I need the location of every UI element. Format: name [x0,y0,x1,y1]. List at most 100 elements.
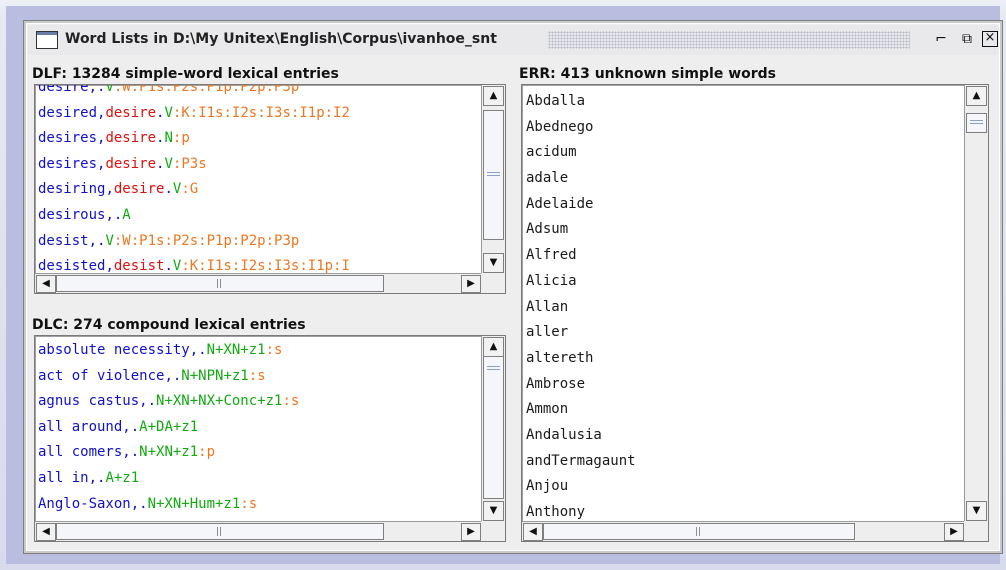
entry-segment: V [164,104,173,121]
entry-segment: ,. [88,469,106,486]
dlf-entry-row[interactable]: desires,desire.V:P3s [35,152,350,178]
entry-segment: :p [198,444,216,461]
entry-segment: N+XN+z1 [206,342,266,358]
err-word-row[interactable]: acidum [522,140,636,166]
entry-segment: A [122,206,131,223]
dlc-vertical-scrollbar[interactable]: ▲ ▼ [481,336,505,521]
dlc-scroll-right-icon[interactable]: ▶ [461,523,481,541]
err-horizontal-scroll-thumb[interactable] [543,523,855,540]
dlc-entry-row[interactable]: act of violence,.N+NPN+z1:s [35,364,299,390]
entry-segment: :s [240,495,258,512]
dlf-list[interactable]: desire,.V:W:P1s:P2s:P1p:P2p:P3p desired,d… [34,84,506,294]
dlc-scroll-down-icon[interactable]: ▼ [483,501,504,521]
dlf-entry-row[interactable]: desiring,desire.V:G [35,177,350,203]
err-word-row[interactable]: aller [522,320,636,346]
err-horizontal-scrollbar[interactable]: ◀ ▶ [522,521,964,541]
entry-segment: N+XN+z1 [139,444,199,461]
dlf-scroll-left-icon[interactable]: ◀ [36,275,56,293]
dlc-label: DLC: 274 compound lexical entries [32,317,306,333]
err-label: ERR: 413 unknown simple words [519,66,777,82]
err-scroll-right-icon[interactable]: ▶ [944,523,964,541]
err-word-row[interactable]: Ambrose [522,372,636,398]
err-word-row[interactable]: Alfred [522,243,636,269]
entry-segment: desist [113,258,165,275]
dlf-scroll-down-icon[interactable]: ▼ [483,253,504,273]
err-word-row[interactable]: Adsum [522,217,636,243]
entry-segment: :p [172,130,190,147]
dlf-vertical-scrollbar[interactable]: ▲ ▼ [481,85,505,273]
entry-segment: desire [105,104,157,121]
err-scroll-up-icon[interactable]: ▲ [966,86,987,106]
dlc-horizontal-scroll-thumb[interactable] [56,523,384,540]
dlc-scroll-up-icon[interactable]: ▲ [483,337,504,357]
entry-segment: :K:I1s:I2s:I3s:I1p:I [181,258,350,275]
dlc-scroll-left-icon[interactable]: ◀ [36,523,56,541]
dlf-horizontal-scroll-thumb[interactable] [56,275,384,292]
err-word-row[interactable]: Allan [522,295,636,321]
dlf-vertical-scroll-thumb[interactable] [483,110,504,241]
dlc-entry-row[interactable]: Anglo-Saxon,.N+XN+Hum+z1:s [35,492,299,518]
dlc-entry-row[interactable]: agnus castus,.N+XN+NX+Conc+z1:s [35,389,299,415]
dlf-scroll-right-icon[interactable]: ▶ [461,275,481,293]
err-word-row[interactable]: Andalusia [522,423,636,449]
entry-segment: V [105,232,114,249]
dlf-entry-row[interactable]: desired,desire.V:K:I1s:I2s:I3s:I1p:I2 [35,101,350,127]
err-word-row[interactable]: andTermagaunt [522,449,636,475]
entry-segment: :P3s [172,155,207,172]
err-word-row[interactable]: Ammon [522,397,636,423]
entry-segment: V [164,155,173,172]
entry-segment: A+DA+z1 [139,418,199,435]
dlc-entry-row[interactable]: all around,.A+DA+z1 [35,415,299,441]
dlc-entries: absolute necessity,.N+XN+z1:s act of viol… [35,338,299,517]
dlf-entry-row[interactable]: desires,desire.N:p [35,126,350,152]
iconify-icon[interactable]: ⌐ [932,30,950,48]
err-word-row[interactable]: Anjou [522,474,636,500]
dlc-scroll-corner [481,521,505,541]
entry-segment: ,. [105,206,123,223]
dlc-entry-row[interactable]: all in,.A+z1 [35,466,299,492]
window-titlebar[interactable]: Word Lists in D:\My Unitex\English\Corpu… [28,25,998,55]
dlc-horizontal-scrollbar[interactable]: ◀ ▶ [35,521,481,541]
err-vertical-scroll-thumb[interactable] [966,112,987,133]
entry-segment: :s [282,393,300,410]
err-scroll-corner [964,521,988,541]
entry-segment: ,. [139,393,157,410]
dlf-entry-row[interactable]: desire,.V:W:P1s:P2s:P1p:P2p:P3p [35,84,350,101]
dlf-label: DLF: 13284 simple-word lexical entries [32,66,339,82]
err-word-row[interactable]: altereth [522,346,636,372]
err-words: Abdalla Abednego acidum adale Adelaide Adsum A… [522,89,636,526]
dlf-entry-row[interactable]: desirous,.A [35,203,350,229]
close-icon[interactable]: × [982,31,998,47]
entry-segment: N+NPN+z1 [181,367,249,384]
dlc-entry-row[interactable]: all comers,.N+XN+z1:p [35,440,299,466]
window-title: Word Lists in D:\My Unitex\English\Corpu… [65,31,497,47]
entry-segment: :K:I1s:I2s:I3s:I1p:I2 [172,104,350,121]
err-scroll-left-icon[interactable]: ◀ [523,523,543,541]
entry-segment: A+z1 [105,469,140,486]
entry-segment: :W:P1s:P2s:P1p:P2p:P3p [113,232,300,249]
entry-segment: , [105,181,114,198]
dlc-list[interactable]: absolute necessity,.N+XN+z1:s act of viol… [34,335,506,542]
entry-segment: desires [38,155,98,172]
dlc-vertical-scroll-thumb[interactable] [483,356,504,500]
err-list[interactable]: Abdalla Abednego acidum adale Adelaide Adsum A… [521,84,989,542]
err-word-row[interactable]: Abednego [522,115,636,141]
entry-segment: :W:P1s:P2s:P1p:P2p:P3p [113,84,300,95]
entry-segment: desires [38,130,98,147]
entry-segment: N+XN+NX+Conc+z1 [156,393,283,410]
dlc-entry-row[interactable]: absolute necessity,.N+XN+z1:s [35,338,299,364]
entry-segment: ,. [88,84,106,95]
err-word-row[interactable]: Abdalla [522,89,636,115]
dlf-scroll-up-icon[interactable]: ▲ [483,86,504,106]
dlf-entry-row[interactable]: desist,.V:W:P1s:P2s:P1p:P2p:P3p [35,229,350,255]
err-word-row[interactable]: Adelaide [522,192,636,218]
dlf-scroll-corner [481,273,505,293]
err-vertical-scrollbar[interactable]: ▲ ▼ [964,85,988,521]
maximize-icon[interactable]: ⧉ [958,30,976,48]
err-word-row[interactable]: adale [522,166,636,192]
entry-segment: all in [38,469,89,486]
entry-segment: ,. [122,418,140,435]
err-scroll-down-icon[interactable]: ▼ [966,501,987,521]
dlf-horizontal-scrollbar[interactable]: ◀ ▶ [35,273,481,293]
err-word-row[interactable]: Alicia [522,269,636,295]
